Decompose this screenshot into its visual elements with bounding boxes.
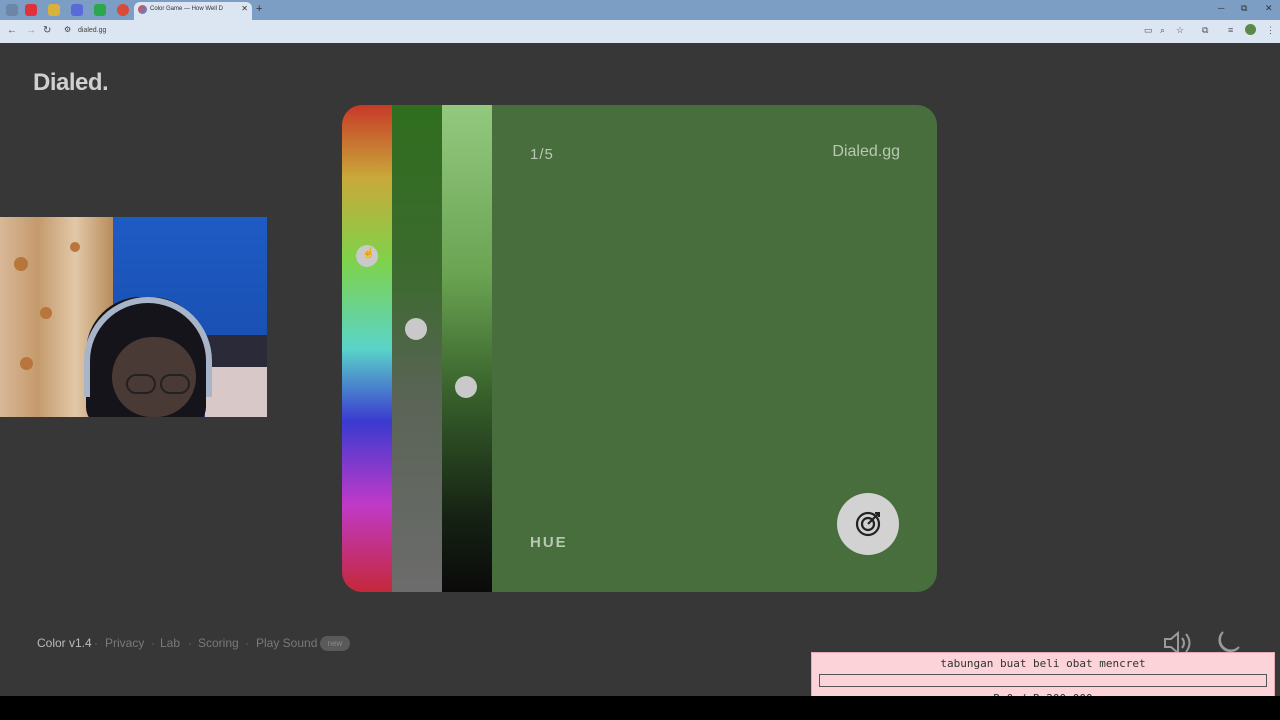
site-logo[interactable]: Dialed. (33, 69, 109, 97)
menu-icon[interactable]: ⋮ (1266, 25, 1275, 36)
submit-guess-button[interactable] (837, 493, 899, 555)
close-window-button[interactable]: ✕ (1265, 3, 1273, 14)
brightness-slider[interactable] (442, 105, 492, 592)
media-icon[interactable]: ≡ (1228, 25, 1233, 35)
webcam-overlay (0, 217, 267, 417)
tab-favicon-icon[interactable] (48, 4, 60, 16)
new-tab-button[interactable]: + (256, 3, 262, 15)
donation-progress-bar (819, 674, 1267, 687)
tab-favicon-icon[interactable] (71, 4, 83, 16)
tab-favicon-icon[interactable] (25, 4, 37, 16)
play-sound-link[interactable]: Play Sound (256, 636, 317, 650)
webcam-decoration (20, 357, 33, 370)
url-text: dialed.gg (78, 27, 107, 34)
star-icon[interactable]: ☆ (1176, 25, 1184, 36)
saturation-slider-handle[interactable] (405, 318, 427, 340)
webcam-decoration (14, 257, 28, 271)
scoring-link[interactable]: Scoring (198, 636, 239, 650)
address-bar-row: ← → ↻ ⚙ dialed.gg ▭ ⌕ ☆ ⧉ ≡ ⋮ (0, 20, 1280, 43)
screen: Color Game — How Well D ✕ + ─ ⧉ ✕ ← → ↻ … (0, 0, 1280, 720)
back-icon[interactable]: ← (7, 25, 17, 36)
hue-slider-handle[interactable]: ☝ (356, 245, 378, 267)
browser-tab-strip: Color Game — How Well D ✕ + ─ ⧉ ✕ (0, 0, 1280, 20)
version-label: Color v1.4 (37, 636, 92, 650)
brightness-slider-handle[interactable] (455, 376, 477, 398)
tab-favicon-icon[interactable] (6, 4, 18, 16)
site-info-icon[interactable]: ⚙ (64, 25, 71, 34)
hand-cursor-icon: ☝ (362, 248, 375, 259)
tab-active[interactable]: Color Game — How Well D ✕ (134, 2, 252, 20)
hue-slider[interactable]: ☝ (342, 105, 392, 592)
maximize-button[interactable]: ⧉ (1241, 3, 1247, 14)
webcam-background (205, 367, 267, 417)
lab-link[interactable]: Lab (160, 636, 180, 650)
cast-icon[interactable]: ▭ (1144, 25, 1153, 36)
target-icon (855, 511, 881, 537)
footer-separator: · (245, 636, 249, 650)
extensions-icon[interactable]: ⧉ (1202, 25, 1208, 36)
minimize-button[interactable]: ─ (1218, 3, 1224, 13)
webcam-glasses (126, 374, 156, 394)
round-counter: 1/5 (530, 146, 554, 163)
saturation-slider[interactable] (392, 105, 442, 592)
tab-favicon-icon[interactable] (94, 4, 106, 16)
webcam-glasses (160, 374, 190, 394)
new-badge: new (320, 636, 350, 651)
privacy-link[interactable]: Privacy (105, 636, 144, 650)
forward-icon[interactable]: → (26, 25, 36, 36)
zoom-icon[interactable]: ⌕ (1160, 25, 1165, 36)
footer-separator: · (151, 636, 155, 650)
tab-title: Color Game — How Well D (150, 6, 223, 12)
color-swatch: 1/5 Dialed.gg HUE (492, 105, 937, 592)
donation-goal-title: tabungan buat beli obat mencret (940, 657, 1146, 670)
webcam-decoration (40, 307, 52, 319)
reload-icon[interactable]: ↻ (43, 25, 51, 36)
tab-favicon-icon (138, 5, 147, 14)
taskbar-gap (0, 696, 1280, 720)
color-game-card: ☝ 1/5 Dialed.gg HUE (342, 105, 937, 592)
tab-close-icon[interactable]: ✕ (241, 4, 248, 13)
footer-separator: · (188, 636, 192, 650)
brand-label: Dialed.gg (832, 143, 900, 160)
webcam-decoration (70, 242, 80, 252)
url-input[interactable]: ⚙ dialed.gg (58, 23, 1138, 40)
tab-favicon-icon[interactable] (117, 4, 129, 16)
profile-icon[interactable] (1245, 24, 1256, 35)
mode-label: HUE (530, 534, 568, 551)
footer-separator: · (94, 636, 98, 650)
